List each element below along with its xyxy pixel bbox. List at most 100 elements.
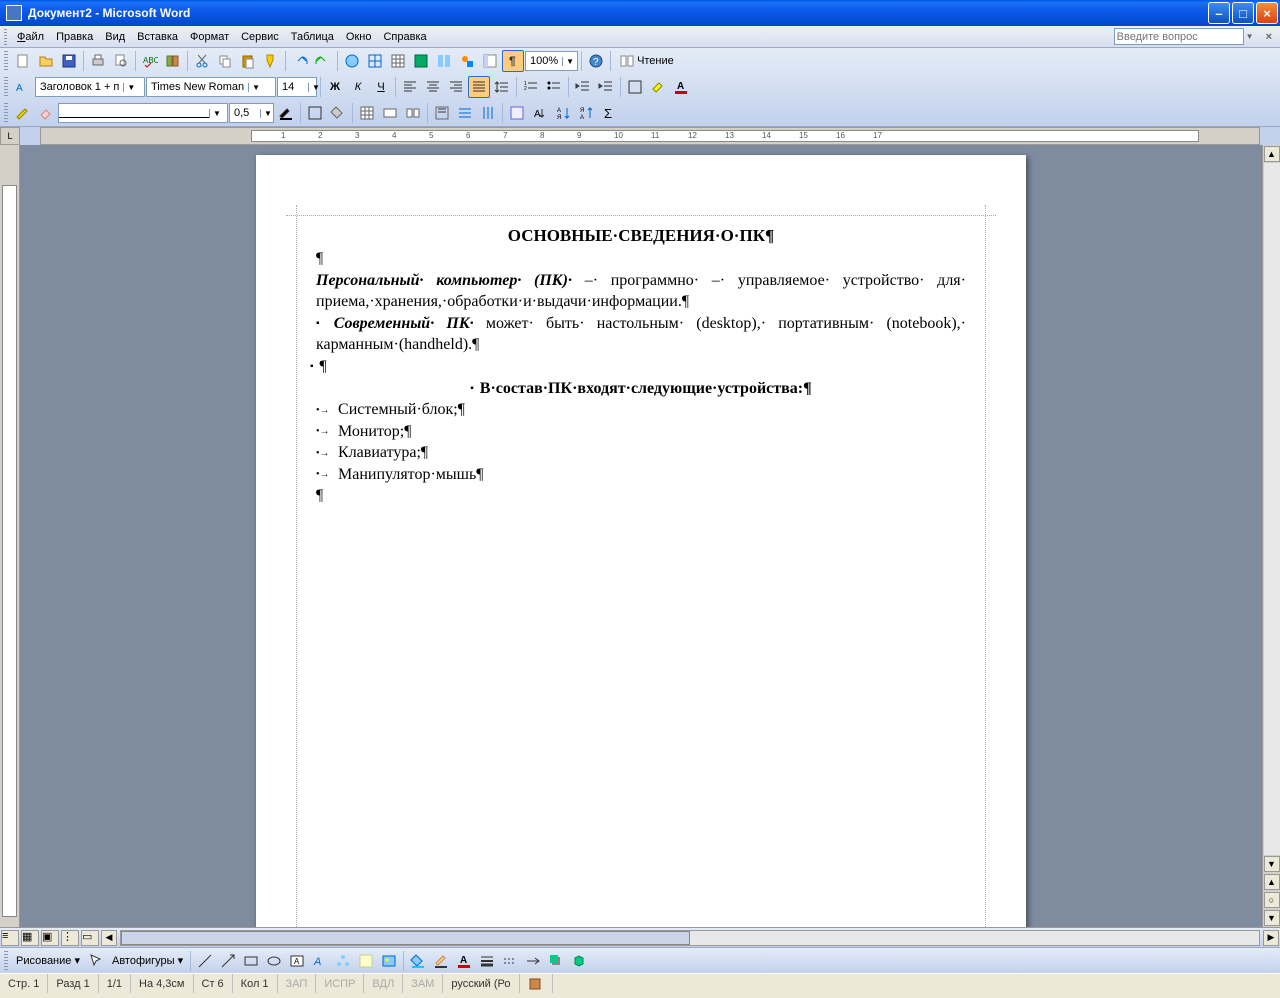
paragraph-2[interactable]: Современный· ПК· может· быть· настольным… <box>316 313 966 356</box>
print-view-button[interactable]: ▣ <box>41 930 59 946</box>
autoshapes-menu[interactable]: Автофигуры ▾ <box>108 954 187 967</box>
bold-button[interactable]: Ж <box>324 76 346 98</box>
grip-handle[interactable] <box>4 51 8 71</box>
drawing-menu[interactable]: Рисование ▾ <box>12 954 84 967</box>
document-scroll-area[interactable]: ОСНОВНЫЕ·СВЕДЕНИЯ·О·ПК¶ ¶ Персональный· … <box>20 145 1262 927</box>
minimize-button[interactable]: – <box>1208 2 1230 24</box>
border-color-button[interactable] <box>275 102 297 124</box>
horizontal-scrollbar[interactable] <box>120 930 1260 946</box>
status-record[interactable]: ЗАП <box>278 974 317 993</box>
open-button[interactable] <box>35 50 57 72</box>
distribute-cols-button[interactable] <box>477 102 499 124</box>
help-question-input[interactable] <box>1114 28 1244 45</box>
sort-desc-button[interactable]: ЯА <box>575 102 597 124</box>
menu-view[interactable]: Вид <box>99 29 131 45</box>
print-button[interactable] <box>87 50 109 72</box>
paste-button[interactable] <box>237 50 259 72</box>
paragraph-mark[interactable]: ¶ <box>316 248 966 270</box>
grip-handle[interactable] <box>4 951 8 971</box>
paragraph-1[interactable]: Персональный· компьютер· (ПК)· –· програ… <box>316 270 966 313</box>
scroll-thumb[interactable] <box>121 931 690 945</box>
oval-tool-button[interactable] <box>263 950 285 972</box>
grip-handle[interactable] <box>4 29 7 45</box>
highlight-button[interactable] <box>647 76 669 98</box>
undo-button[interactable] <box>289 50 311 72</box>
dash-style-button[interactable] <box>499 950 521 972</box>
menu-table[interactable]: Таблица <box>285 29 340 45</box>
close-button[interactable]: × <box>1256 2 1278 24</box>
reading-view-button-2[interactable]: ▭ <box>81 930 99 946</box>
font-color-button-2[interactable]: A <box>453 950 475 972</box>
clipart-button[interactable] <box>355 950 377 972</box>
zoom-dropdown[interactable]: 100%▼ <box>525 51 578 71</box>
next-page-button[interactable]: ▼ <box>1264 910 1280 926</box>
outside-border-button[interactable] <box>304 102 326 124</box>
rectangle-tool-button[interactable] <box>240 950 262 972</box>
tab-selector[interactable]: L <box>0 127 20 145</box>
arrow-style-button[interactable] <box>522 950 544 972</box>
align-center-button[interactable] <box>422 76 444 98</box>
print-preview-button[interactable] <box>110 50 132 72</box>
style-dropdown[interactable]: Заголовок 1 + п▼ <box>35 77 145 97</box>
italic-button[interactable]: К <box>347 76 369 98</box>
distribute-rows-button[interactable] <box>454 102 476 124</box>
help-question-box[interactable] <box>1114 28 1244 45</box>
normal-view-button[interactable]: ≡ <box>1 930 19 946</box>
draw-table-button[interactable] <box>12 102 34 124</box>
textbox-tool-button[interactable]: A <box>286 950 308 972</box>
menu-window[interactable]: Окно <box>340 29 378 45</box>
list-item[interactable]: Монитор;¶ <box>316 421 966 443</box>
section-heading[interactable]: В·состав·ПК·входят·следующие·устройства:… <box>316 378 966 400</box>
copy-button[interactable] <box>214 50 236 72</box>
paragraph-mark[interactable]: ¶ <box>316 485 966 507</box>
reading-view-button[interactable]: Чтение <box>614 50 679 72</box>
line-weight-dropdown[interactable]: 0,5▼ <box>229 103 274 123</box>
borders-button[interactable] <box>624 76 646 98</box>
cut-button[interactable] <box>191 50 213 72</box>
sort-asc-button[interactable]: АЯ <box>552 102 574 124</box>
autoformat-button[interactable] <box>506 102 528 124</box>
document-close-button[interactable]: × <box>1262 31 1276 43</box>
diagram-button[interactable] <box>332 950 354 972</box>
line-style-dropdown[interactable]: ▼ <box>58 103 228 123</box>
line-tool-button[interactable] <box>194 950 216 972</box>
horizontal-ruler[interactable]: 1234567891011121314151617 <box>40 127 1260 145</box>
3d-button[interactable] <box>568 950 590 972</box>
status-language[interactable]: русский (Ро <box>443 974 519 993</box>
decrease-indent-button[interactable] <box>572 76 594 98</box>
insert-table-button[interactable] <box>387 50 409 72</box>
line-spacing-button[interactable] <box>491 76 513 98</box>
save-button[interactable] <box>58 50 80 72</box>
scroll-track[interactable] <box>1264 163 1280 855</box>
scroll-down-button[interactable]: ▼ <box>1264 856 1280 872</box>
excel-button[interactable] <box>410 50 432 72</box>
scroll-right-button[interactable]: ▶ <box>1263 930 1279 946</box>
vertical-ruler[interactable] <box>0 145 20 927</box>
line-color-button[interactable] <box>430 950 452 972</box>
font-dropdown[interactable]: Times New Roman▼ <box>146 77 276 97</box>
redo-button[interactable] <box>312 50 334 72</box>
format-painter-button[interactable] <box>260 50 282 72</box>
prev-page-button[interactable]: ▲ <box>1264 874 1280 890</box>
status-spellcheck-icon[interactable] <box>520 974 553 993</box>
text-direction-button[interactable]: A <box>529 102 551 124</box>
align-left-button[interactable] <box>399 76 421 98</box>
arrow-tool-button[interactable] <box>217 950 239 972</box>
font-color-button[interactable]: A <box>670 76 692 98</box>
status-extend[interactable]: ВДЛ <box>364 974 403 993</box>
wordart-button[interactable]: A <box>309 950 331 972</box>
doc-heading[interactable]: ОСНОВНЫЕ·СВЕДЕНИЯ·О·ПК¶ <box>316 225 966 248</box>
merge-cells-button[interactable] <box>379 102 401 124</box>
web-view-button[interactable]: ▦ <box>21 930 39 946</box>
document-map-button[interactable] <box>479 50 501 72</box>
question-dropdown-icon[interactable]: ▼ <box>1244 32 1256 41</box>
help-button[interactable]: ? <box>585 50 607 72</box>
research-button[interactable] <box>162 50 184 72</box>
numbered-list-button[interactable]: 12 <box>520 76 542 98</box>
drawing-toggle-button[interactable] <box>456 50 478 72</box>
shadow-button[interactable] <box>545 950 567 972</box>
eraser-button[interactable] <box>35 102 57 124</box>
font-size-dropdown[interactable]: 14▼ <box>277 77 317 97</box>
menu-help[interactable]: Справка <box>377 29 432 45</box>
align-right-button[interactable] <box>445 76 467 98</box>
